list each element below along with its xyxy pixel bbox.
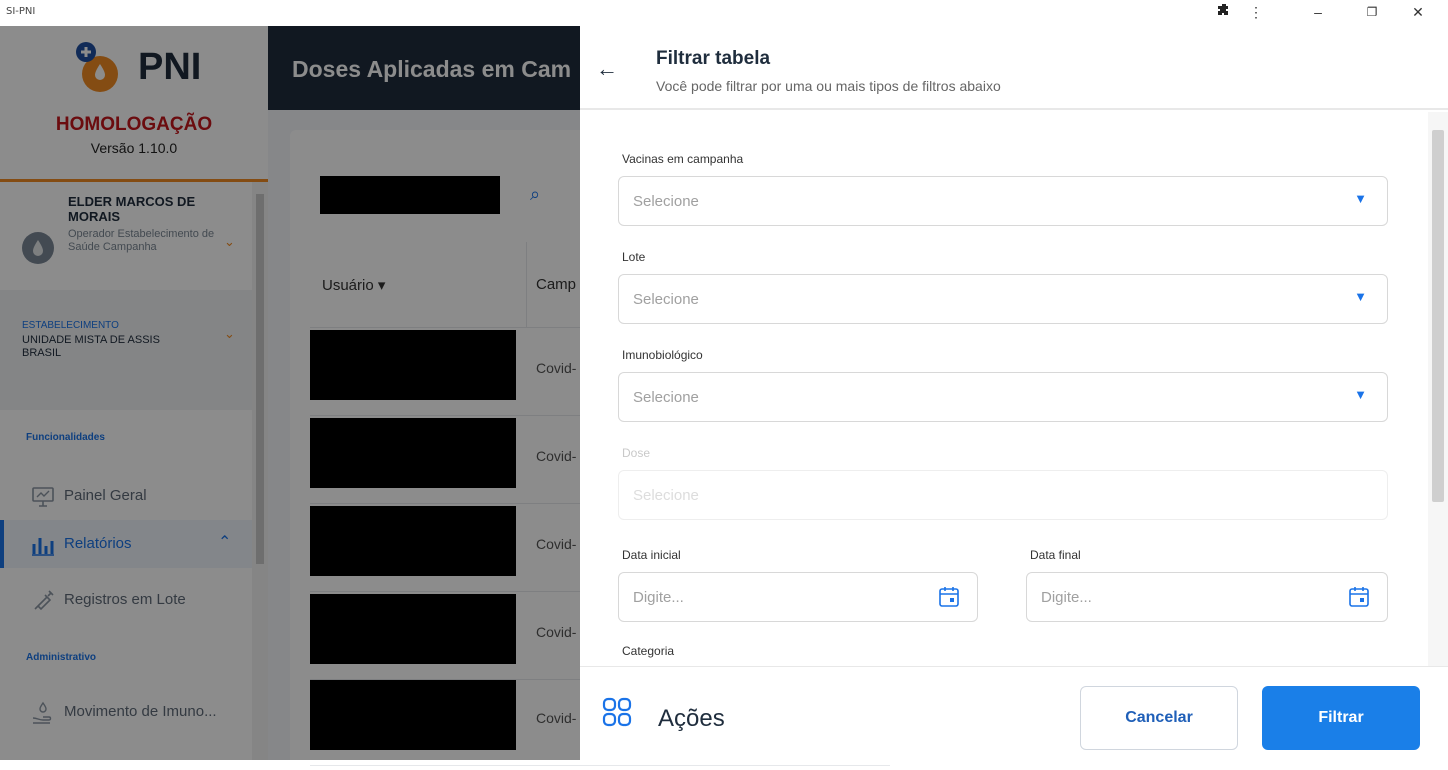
data-inicial-label: Data inicial (622, 548, 681, 562)
select-placeholder: Selecione (633, 487, 699, 504)
close-icon[interactable]: ✕ (1408, 2, 1428, 22)
minimize-icon[interactable]: – (1308, 2, 1328, 22)
scrollbar-thumb[interactable] (1432, 130, 1444, 502)
more-menu-icon[interactable]: ⋮ (1246, 2, 1266, 22)
dose-label: Dose (622, 446, 651, 460)
vacinas-label: Vacinas em campanha (622, 152, 744, 166)
calendar-icon[interactable] (1349, 586, 1369, 608)
input-placeholder: Digite... (633, 589, 684, 606)
drawer-scrollbar[interactable] (1428, 112, 1448, 666)
lote-label: Lote (622, 250, 646, 264)
chevron-down-icon: ▼ (1354, 289, 1367, 304)
drawer-subtitle: Você pode filtrar por uma ou mais tipos … (656, 78, 1001, 94)
input-placeholder: Digite... (1041, 589, 1092, 606)
restore-icon[interactable]: ❐ (1362, 2, 1382, 22)
drawer-title: Filtrar tabela (656, 48, 771, 69)
chevron-down-icon: ▼ (1354, 387, 1367, 402)
modal-backdrop[interactable] (0, 26, 580, 760)
imuno-label: Imunobiológico (622, 348, 703, 362)
select-placeholder: Selecione (633, 291, 699, 308)
categoria-label: Categoria (622, 644, 675, 658)
window-title: SI-PNI (6, 6, 36, 17)
drawer-footer: Ações Cancelar Filtrar (580, 666, 1448, 760)
filter-form: Vacinas em campanha Selecione ▼ Lote Sel… (580, 112, 1448, 666)
data-inicial-input[interactable]: Digite... (618, 572, 978, 622)
actions-grid-icon (602, 697, 632, 727)
lote-select[interactable]: Selecione ▼ (618, 274, 1388, 324)
dose-select: Selecione (618, 470, 1388, 520)
data-final-input[interactable]: Digite... (1026, 572, 1388, 622)
calendar-icon[interactable] (939, 586, 959, 608)
extensions-icon[interactable] (1214, 2, 1234, 22)
vacinas-select[interactable]: Selecione ▼ (618, 176, 1388, 226)
imunobiologico-select[interactable]: Selecione ▼ (618, 372, 1388, 422)
window-titlebar: SI-PNI ⋮ – ❐ ✕ (0, 0, 1448, 26)
cancel-button[interactable]: Cancelar (1080, 686, 1238, 750)
back-arrow-icon[interactable]: ← (596, 56, 618, 82)
select-placeholder: Selecione (633, 389, 699, 406)
actions-label: Ações (658, 705, 725, 732)
chevron-down-icon: ▼ (1354, 191, 1367, 206)
data-final-label: Data final (1030, 548, 1081, 562)
select-placeholder: Selecione (633, 193, 699, 210)
filter-button[interactable]: Filtrar (1262, 686, 1420, 750)
filter-drawer: ← Filtrar tabela Você pode filtrar por u… (580, 26, 1448, 760)
drawer-header: ← Filtrar tabela Você pode filtrar por u… (580, 26, 1448, 110)
